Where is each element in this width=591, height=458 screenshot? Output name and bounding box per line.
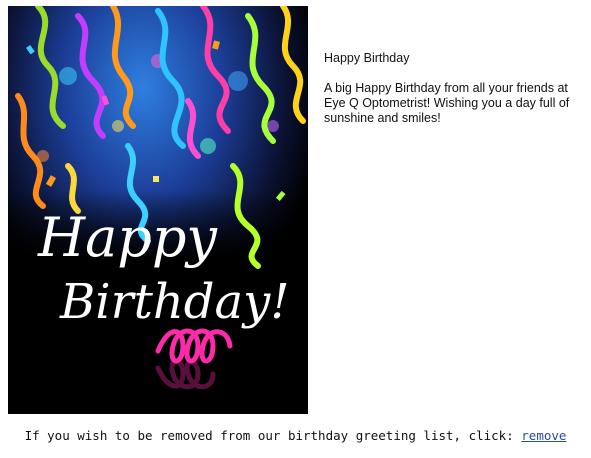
card-artwork: Happy Birthday! [8, 6, 308, 414]
card-text-birthday: Birthday! [59, 274, 290, 330]
birthday-card-image: Happy Birthday! [8, 6, 308, 414]
unsubscribe-footer: If you wish to be removed from our birth… [0, 428, 591, 443]
footer-text: If you wish to be removed from our birth… [24, 428, 522, 443]
remove-link[interactable]: remove [521, 428, 566, 443]
card-text-happy: Happy [37, 206, 218, 269]
message-title: Happy Birthday [324, 51, 410, 65]
greeting-message: Happy Birthday A big Happy Birthday from… [324, 51, 586, 126]
message-body: A big Happy Birthday from all your frien… [324, 81, 570, 125]
